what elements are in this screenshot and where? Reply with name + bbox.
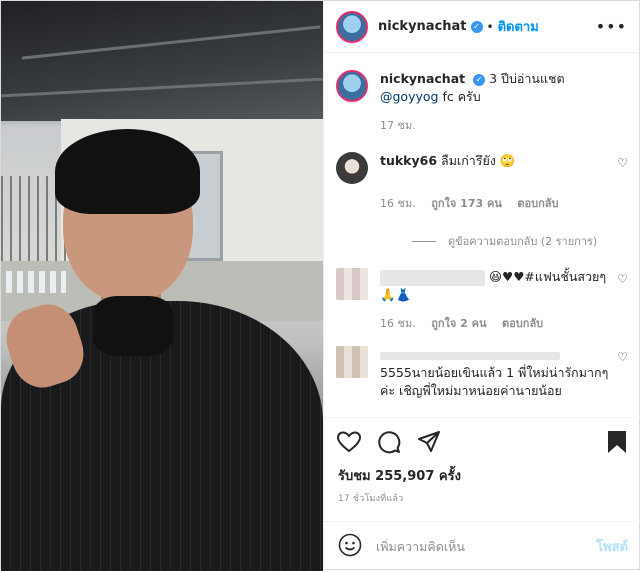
video-ceiling bbox=[1, 1, 323, 121]
comment-bubble-icon[interactable] bbox=[376, 429, 402, 455]
comment-meta: 16 ชม. ถูกใจ 2 คน ตอบกลับ bbox=[380, 314, 630, 332]
comment-composer: โพสต์ bbox=[324, 521, 640, 571]
blurred-avatar[interactable] bbox=[336, 346, 368, 378]
caption-meta: 17 ชม. bbox=[380, 116, 630, 134]
comment-text: tukky66 ลืมเก่ารึยัง 🙄 bbox=[380, 152, 610, 170]
post-actions bbox=[324, 417, 640, 465]
like-comment-heart-icon[interactable]: ♡ bbox=[617, 156, 628, 170]
caption-mention[interactable]: @goyyog bbox=[380, 89, 438, 104]
verified-badge-icon: ✓ bbox=[473, 73, 486, 86]
comment-body-line2: 🙏👗 bbox=[380, 287, 412, 302]
commenter-avatar[interactable] bbox=[336, 152, 368, 184]
view-replies-label[interactable]: ดูข้อความตอบกลับ (2 รายการ) bbox=[448, 232, 597, 250]
comment-body: 5555นายน้อยเขินแล้ว 1 พี่ใหม่น่ารักมากๆค… bbox=[380, 365, 609, 398]
blurred-avatar[interactable] bbox=[336, 268, 368, 300]
caption-username[interactable]: nickynachat bbox=[380, 71, 465, 86]
comment-time: 16 ชม. bbox=[380, 317, 416, 330]
caption-body: 3 ปีบ่อ่านแชต bbox=[489, 71, 565, 86]
header-separator: • bbox=[486, 19, 494, 34]
instagram-post: nickynachat ✓ • ติดตาม ••• nickynachat ✓… bbox=[0, 0, 640, 571]
comment-emoji: 🙄 bbox=[499, 153, 516, 168]
like-comment-heart-icon[interactable]: ♡ bbox=[617, 350, 628, 364]
comment-time: 16 ชม. bbox=[380, 197, 416, 210]
comment-meta: 16 ชม. ถูกใจ 173 คน ตอบกลับ bbox=[380, 194, 630, 212]
comment-row: 😆♥♥#แฟนชั้นสวยๆ 🙏👗 ♡ bbox=[336, 268, 630, 304]
replies-divider bbox=[412, 240, 436, 242]
comment-username[interactable]: tukky66 bbox=[380, 153, 437, 168]
post-comment-button[interactable]: โพสต์ bbox=[596, 536, 628, 557]
like-comment-heart-icon[interactable]: ♡ bbox=[617, 272, 628, 286]
post-header: nickynachat ✓ • ติดตาม ••• bbox=[324, 1, 640, 53]
post-timestamp: 17 ชั่วโมงที่แล้ว bbox=[338, 494, 404, 504]
caption-row: nickynachat ✓ 3 ปีบ่อ่านแชต @goyyog fc ค… bbox=[336, 70, 630, 106]
comment-row: 5555นายน้อยเขินแล้ว 1 พี่ใหม่น่ารักมากๆค… bbox=[336, 346, 630, 400]
comment-input[interactable] bbox=[376, 539, 597, 554]
like-heart-icon[interactable] bbox=[336, 429, 362, 455]
comment-body: ลืมเก่ารึยัง bbox=[441, 153, 496, 168]
comment-text: 😆♥♥#แฟนชั้นสวยๆ 🙏👗 bbox=[380, 268, 610, 304]
caption-time: 17 ชม. bbox=[380, 119, 416, 132]
comment-likes[interactable]: ถูกใจ 173 คน bbox=[431, 197, 502, 210]
person-hair bbox=[55, 129, 200, 214]
view-replies[interactable]: ดูข้อความตอบกลับ (2 รายการ) bbox=[412, 232, 630, 250]
reply-button[interactable]: ตอบกลับ bbox=[517, 197, 558, 210]
share-paper-plane-icon[interactable] bbox=[416, 429, 442, 455]
comment-text: 5555นายน้อยเขินแล้ว 1 พี่ใหม่น่ารักมากๆค… bbox=[380, 346, 610, 400]
comment-likes[interactable]: ถูกใจ 2 คน bbox=[431, 317, 486, 330]
comment-body: 😆♥♥#แฟนชั้นสวยๆ bbox=[488, 269, 607, 284]
blurred-username bbox=[380, 351, 560, 360]
blurred-username bbox=[380, 269, 485, 286]
verified-badge-icon: ✓ bbox=[470, 20, 483, 33]
author-avatar[interactable] bbox=[336, 10, 368, 43]
reply-button[interactable]: ตอบกลับ bbox=[502, 317, 543, 330]
emoji-smiley-icon[interactable] bbox=[338, 533, 362, 560]
video-bottles bbox=[6, 271, 66, 293]
more-options-icon[interactable]: ••• bbox=[596, 17, 627, 36]
caption-text: nickynachat ✓ 3 ปีบ่อ่านแชต @goyyog fc ค… bbox=[380, 70, 610, 106]
post-side-panel: nickynachat ✓ • ติดตาม ••• nickynachat ✓… bbox=[323, 1, 640, 571]
view-count[interactable]: รับชม 255,907 ครั้ง bbox=[338, 465, 461, 486]
person-collar bbox=[93, 296, 173, 356]
comment-row: tukky66 ลืมเก่ารึยัง 🙄 ♡ bbox=[336, 152, 630, 184]
follow-button[interactable]: ติดตาม bbox=[498, 16, 539, 37]
caption-avatar[interactable] bbox=[336, 70, 368, 102]
comments-list: nickynachat ✓ 3 ปีบ่อ่านแชต @goyyog fc ค… bbox=[324, 54, 640, 416]
post-video[interactable] bbox=[1, 1, 323, 571]
bookmark-icon[interactable] bbox=[604, 429, 630, 455]
caption-body-end: fc ครับ bbox=[442, 89, 481, 104]
author-username[interactable]: nickynachat bbox=[378, 19, 467, 34]
